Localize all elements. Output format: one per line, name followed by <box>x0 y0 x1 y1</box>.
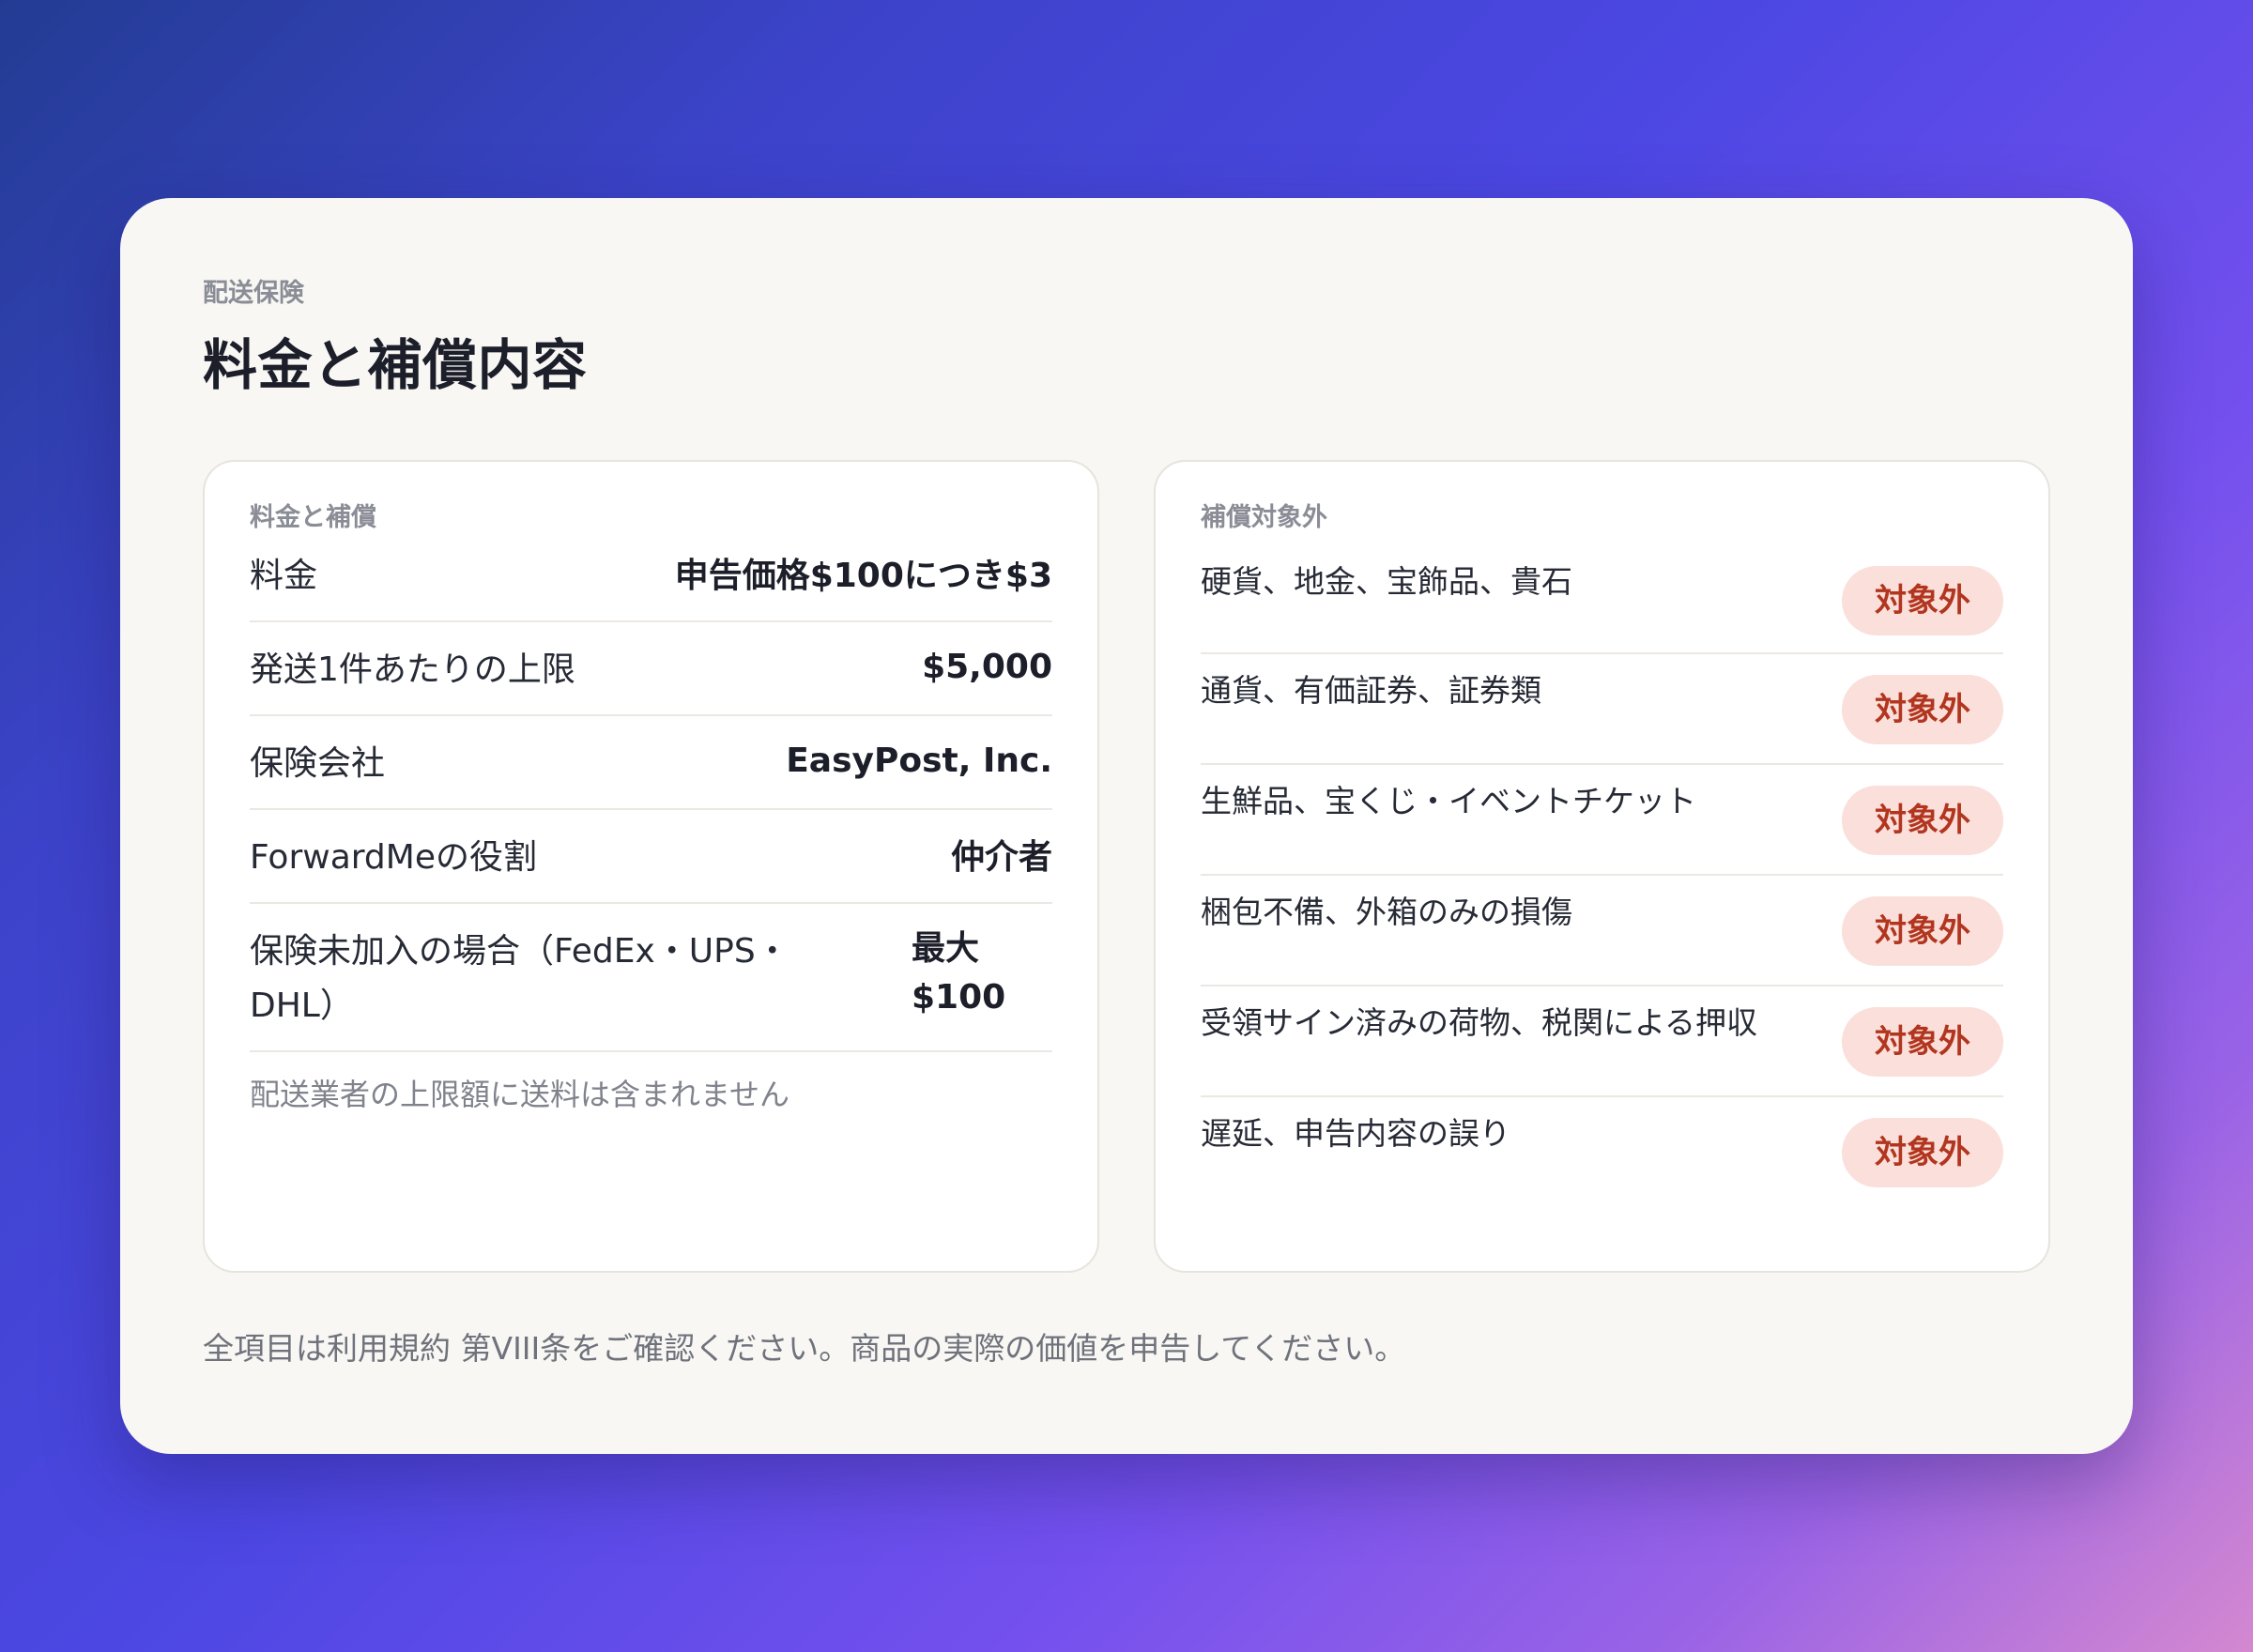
coverage-row-fee: 料金 申告価格$100につき$3 <box>250 543 1052 622</box>
coverage-row-role: ForwardMeの役割 仲介者 <box>250 810 1052 904</box>
exclusion-item: 通貨、有価証券、証券類 対象外 <box>1201 654 2003 765</box>
exclusion-text: 梱包不備、外箱のみの損傷 <box>1201 894 1572 930</box>
coverage-value: 仲介者 <box>950 838 1052 877</box>
coverage-note: 配送業者の上限額に送料は含まれません <box>250 1077 790 1112</box>
exclusions-panel-label: 補償対象外 <box>1201 503 1327 532</box>
section-eyebrow: 配送保険 <box>203 279 304 308</box>
coverage-value: 最大 $100 <box>912 929 1006 1017</box>
exclusion-text: 生鮮品、宝くじ・イベントチケット <box>1201 783 1696 819</box>
excluded-badge: 対象外 <box>1842 896 2003 966</box>
coverage-key: 料金 <box>250 557 318 595</box>
coverage-panel: 料金と補償 料金 申告価格$100につき$3 発送1件あたりの上限 $5,000… <box>203 460 1099 1273</box>
insurance-card: 配送保険 料金と補償内容 料金と補償 料金 申告価格$100につき$3 発送1件… <box>120 198 2133 1454</box>
exclusion-text: 通貨、有価証券、証券類 <box>1201 672 1541 709</box>
panels: 料金と補償 料金 申告価格$100につき$3 発送1件あたりの上限 $5,000… <box>203 460 2050 1273</box>
coverage-key: ForwardMeの役割 <box>250 838 537 877</box>
coverage-value: $5,000 <box>922 648 1052 686</box>
excluded-badge: 対象外 <box>1842 1007 2003 1077</box>
exclusion-text: 受領サイン済みの荷物、税関による押収 <box>1201 1004 1758 1041</box>
coverage-key: 保険会社 <box>250 744 386 783</box>
coverage-key: 保険未加入の場合（FedEx・UPS・DHL） <box>250 932 789 1025</box>
exclusions-panel: 補償対象外 硬貨、地金、宝飾品、貴石 対象外 通貨、有価証券、証券類 対象外 生… <box>1154 460 2050 1273</box>
page-title: 料金と補償内容 <box>203 333 588 397</box>
excluded-badge: 対象外 <box>1842 566 2003 635</box>
excluded-badge: 対象外 <box>1842 675 2003 744</box>
terms-footer: 全項目は利用規約 第VIII条をご確認ください。商品の実際の価値を申告してくださ… <box>203 1330 1406 1367</box>
excluded-badge: 対象外 <box>1842 786 2003 855</box>
exclusion-item: 生鮮品、宝くじ・イベントチケット 対象外 <box>1201 765 2003 876</box>
exclusion-item: 梱包不備、外箱のみの損傷 対象外 <box>1201 876 2003 987</box>
exclusion-item: 遅延、申告内容の誤り 対象外 <box>1201 1097 2003 1208</box>
exclusion-item: 硬貨、地金、宝飾品、貴石 対象外 <box>1201 543 2003 654</box>
coverage-key: 発送1件あたりの上限 <box>250 650 575 689</box>
coverage-value: EasyPost, Inc. <box>786 742 1052 780</box>
coverage-panel-label: 料金と補償 <box>250 503 376 532</box>
exclusion-item: 受領サイン済みの荷物、税関による押収 対象外 <box>1201 987 2003 1097</box>
coverage-row-uninsured: 保険未加入の場合（FedEx・UPS・DHL） 最大 $100 <box>250 904 1052 1052</box>
exclusion-text: 遅延、申告内容の誤り <box>1201 1115 1510 1152</box>
coverage-row-insurer: 保険会社 EasyPost, Inc. <box>250 716 1052 810</box>
exclusion-text: 硬貨、地金、宝飾品、貴石 <box>1201 563 1572 600</box>
coverage-row-limit: 発送1件あたりの上限 $5,000 <box>250 622 1052 716</box>
excluded-badge: 対象外 <box>1842 1118 2003 1187</box>
coverage-value: 申告価格$100につき$3 <box>674 557 1052 595</box>
